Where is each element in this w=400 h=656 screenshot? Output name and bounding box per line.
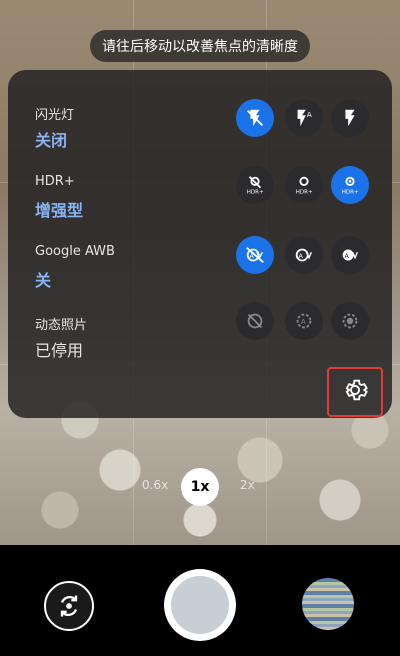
- hdr-plus-enhanced-button[interactable]: HDR+: [331, 166, 369, 204]
- motion-auto-icon: A: [296, 313, 312, 329]
- awb-value: 关: [35, 271, 52, 290]
- shutter-inner: [171, 576, 229, 634]
- motion-photo-label: 动态照片: [35, 318, 88, 333]
- hdr-value: 增强型: [35, 201, 84, 220]
- motion-photo-value: 已停用: [35, 341, 84, 360]
- shutter-button[interactable]: [164, 569, 236, 641]
- awb-on-button[interactable]: A: [331, 236, 369, 274]
- motion-auto-button[interactable]: A: [285, 302, 323, 340]
- awb-off-icon: A: [246, 246, 264, 264]
- awb-auto-button[interactable]: A: [285, 236, 323, 274]
- motion-photo-setting-row: 动态照片 已停用 A: [8, 290, 392, 360]
- hdr-setting-row: HDR+ 增强型 HDR+ HDR+ HDR+: [8, 150, 392, 220]
- flash-off-icon: [247, 109, 263, 127]
- motion-on-button[interactable]: [331, 302, 369, 340]
- awb-on-icon: A: [342, 249, 358, 261]
- motion-off-button[interactable]: [236, 302, 274, 340]
- svg-text:HDR+: HDR+: [247, 189, 264, 195]
- flash-setting-row: 闪光灯 关闭 A: [8, 80, 392, 150]
- motion-on-icon: [342, 313, 358, 329]
- awb-label: Google AWB: [35, 244, 115, 259]
- hdr-plus-icon: HDR+: [296, 176, 313, 195]
- flash-value: 关闭: [35, 131, 68, 150]
- svg-text:A: A: [307, 110, 312, 119]
- svg-text:HDR+: HDR+: [342, 189, 359, 195]
- hdr-off-icon: HDR+: [247, 176, 264, 195]
- svg-text:HDR+: HDR+: [296, 189, 313, 195]
- svg-text:A: A: [345, 252, 350, 260]
- zoom-1x-button[interactable]: 1x: [181, 468, 219, 506]
- zoom-0.6x-button[interactable]: 0.6x: [142, 478, 168, 492]
- zoom-2x-button[interactable]: 2x: [240, 478, 255, 492]
- zoom-selector: 0.6x 1x 2x: [0, 468, 400, 506]
- switch-camera-button[interactable]: [44, 581, 94, 631]
- switch-camera-icon: [60, 595, 78, 617]
- hdr-label: HDR+: [35, 174, 75, 189]
- flash-auto-button[interactable]: A: [285, 99, 323, 137]
- awb-off-button[interactable]: A: [236, 236, 274, 274]
- quick-settings-panel: 闪光灯 关闭 A HDR+ 增强型 HDR+ HDR+ HDR+ Google …: [8, 70, 392, 418]
- focus-hint-toast: 请往后移动以改善焦点的清晰度: [90, 30, 310, 62]
- hdr-plus-enhanced-icon: HDR+: [342, 176, 359, 195]
- awb-setting-row: Google AWB 关 A A A: [8, 220, 392, 290]
- hdr-off-button[interactable]: HDR+: [236, 166, 274, 204]
- gear-icon[interactable]: [341, 376, 369, 404]
- awb-auto-icon: A: [295, 248, 312, 262]
- motion-off-icon: [247, 313, 263, 329]
- flash-on-button[interactable]: [331, 99, 369, 137]
- flash-label: 闪光灯: [35, 108, 75, 123]
- gallery-thumbnail[interactable]: [302, 578, 354, 630]
- hdr-plus-button[interactable]: HDR+: [285, 166, 323, 204]
- flash-off-button[interactable]: [236, 99, 274, 137]
- flash-auto-icon: A: [297, 109, 312, 127]
- svg-text:A: A: [301, 317, 306, 326]
- svg-text:A: A: [299, 252, 304, 260]
- flash-on-icon: [345, 109, 355, 127]
